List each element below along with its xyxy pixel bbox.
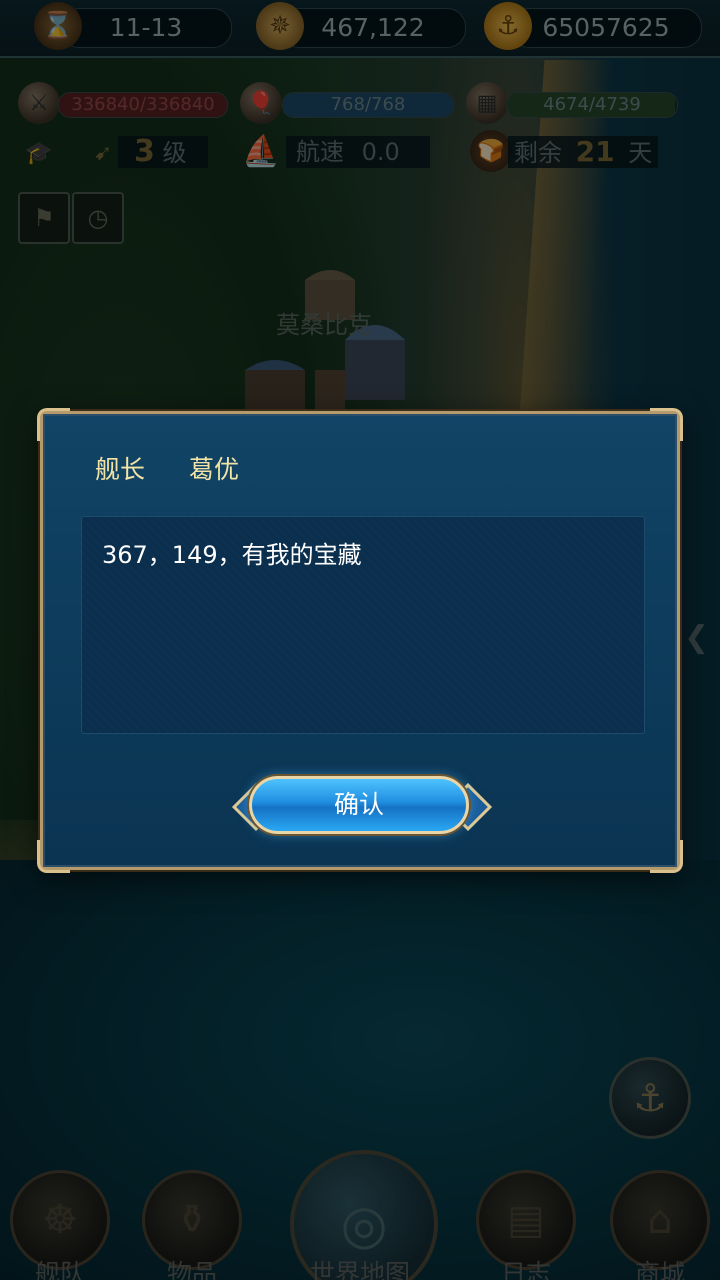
speaker-role: 舰长 [95,455,146,484]
speaker-name: 葛优 [189,455,240,484]
frame-corner [37,840,70,873]
message-text: 367，149，有我的宝藏 [102,541,362,569]
frame-corner [650,408,683,441]
message-box: 367，149，有我的宝藏 [81,516,645,734]
frame-corner [37,408,70,441]
captain-message-dialog: 舰长 葛优 367，149，有我的宝藏 确认 [37,408,683,873]
frame-corner [650,840,683,873]
confirm-button[interactable]: 确认 [249,776,469,834]
